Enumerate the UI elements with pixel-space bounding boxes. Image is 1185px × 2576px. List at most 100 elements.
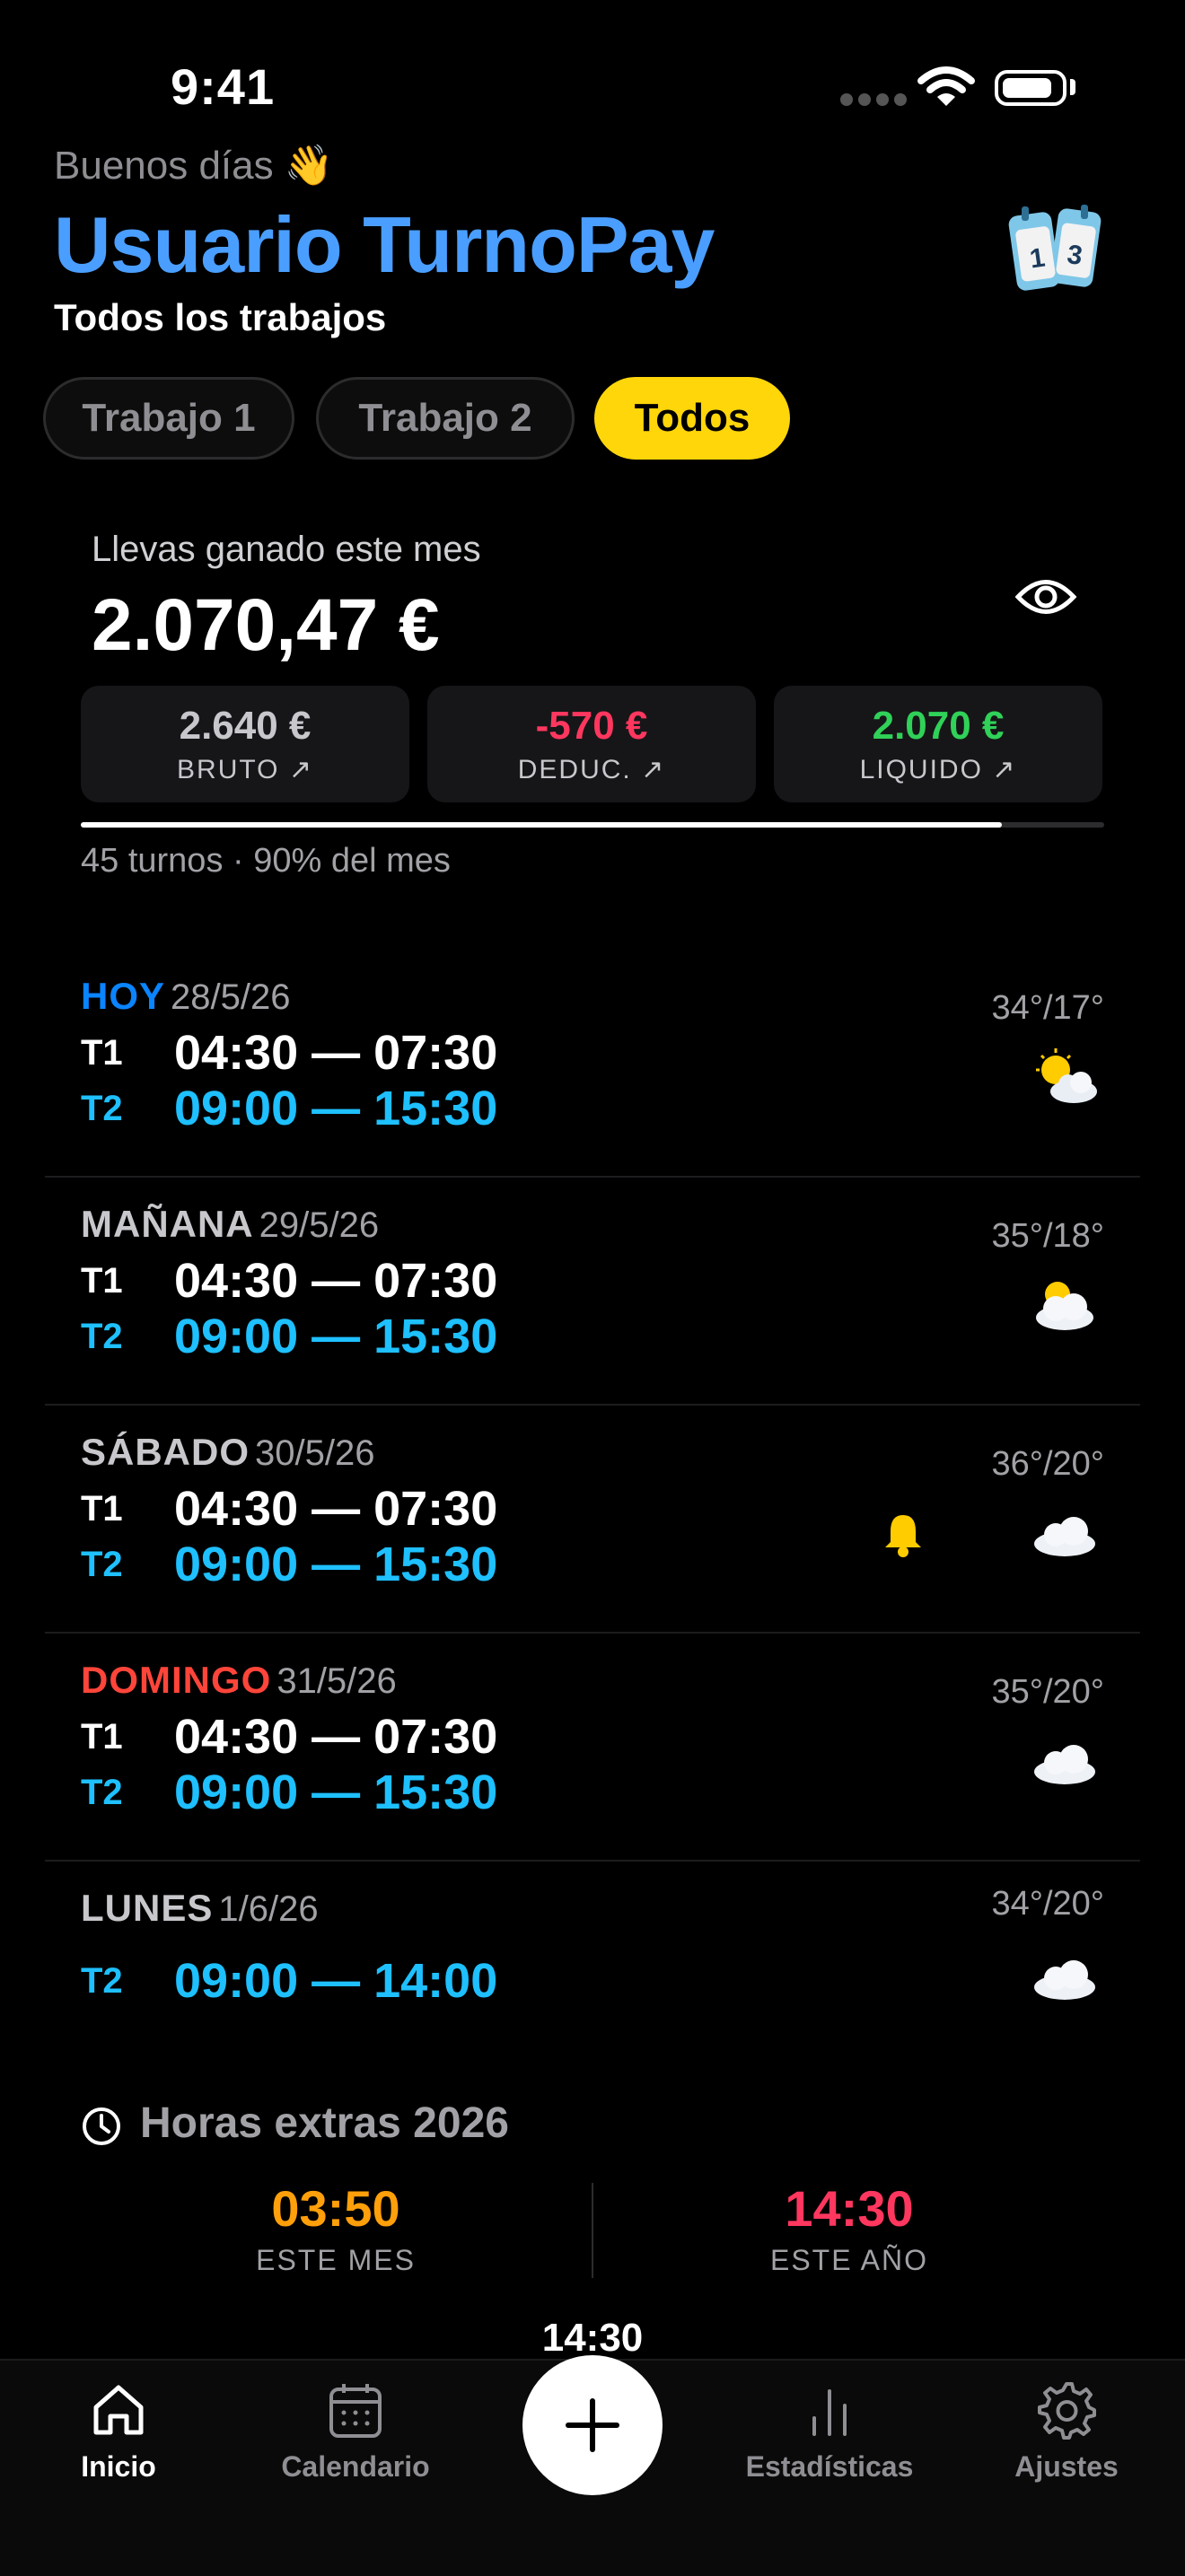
shift-time: 09:00 — 15:30 <box>174 1538 498 1591</box>
shift-time: 04:30 — 07:30 <box>174 1710 498 1764</box>
tab-job-2[interactable]: Trabajo 2 <box>316 377 575 460</box>
shift-id: T2 <box>81 1544 123 1584</box>
shift-id: T2 <box>81 1960 123 2001</box>
earned-amount: 2.070,47 € <box>92 584 440 666</box>
day-date: 28/5/26 <box>171 977 291 1017</box>
nav-home[interactable]: Inicio <box>29 2379 208 2484</box>
tab-all[interactable]: Todos <box>594 377 790 460</box>
jobs-subtitle: Todos los trabajos <box>54 296 387 338</box>
day-date: 31/5/26 <box>276 1661 397 1701</box>
shift-time: 04:30 — 07:30 <box>174 1254 498 1308</box>
shift-entry[interactable]: T2 09:00 — 15:30 <box>81 1081 497 1136</box>
clock-icon <box>83 2107 120 2145</box>
battery-icon <box>995 70 1066 106</box>
cloud-icon <box>1034 1960 1095 2000</box>
overtime-year-label: ESTE AÑO <box>769 2244 929 2276</box>
timer-label: 14:30 <box>541 2316 644 2360</box>
shift-time: 09:00 — 15:30 <box>174 1082 498 1135</box>
nav-settings[interactable]: Ajustes <box>977 2379 1156 2484</box>
battery-nub <box>1070 79 1075 95</box>
plus-icon <box>566 2398 619 2452</box>
overtime-title: Horas extras 2026 <box>140 2099 509 2147</box>
shift-time: 09:00 — 15:30 <box>174 1310 498 1363</box>
cloud-icon <box>1034 1517 1095 1556</box>
deductions-card[interactable]: -570 € DEDUC. ↗ <box>427 686 756 802</box>
nav-settings-label: Ajustes <box>1014 2450 1119 2483</box>
shift-time: 04:30 — 07:30 <box>174 1482 498 1536</box>
shift-id: T2 <box>81 1088 123 1128</box>
day-name: MAÑANA <box>81 1203 254 1245</box>
day-row[interactable]: MAÑANA 29/5/26 T1 04:30 — 07:30 T2 09:00 — 15… <box>45 1176 1140 1406</box>
temperature-range: 34°/17° <box>991 989 1105 1027</box>
user-name: Usuario TurnoPay <box>54 200 715 289</box>
earned-label: Llevas ganado este mes <box>92 530 481 569</box>
shift-entry[interactable]: T1 04:30 — 07:30 <box>81 1025 497 1081</box>
home-icon <box>93 2385 144 2435</box>
status-time: 9:41 <box>171 58 276 115</box>
day-date: 1/6/26 <box>218 1889 319 1929</box>
net-card[interactable]: 2.070 € LIQUIDO ↗ <box>774 686 1102 802</box>
day-row[interactable]: HOY 28/5/26 T1 04:30 — 07:30 T2 09:00 — 15:30… <box>45 948 1140 1178</box>
day-heading: DOMINGO 31/5/26 <box>81 1659 397 1702</box>
shift-entry[interactable]: T2 09:00 — 15:30 <box>81 1537 497 1592</box>
month-progress-fill <box>81 822 1002 828</box>
overtime-month-label: ESTE MES <box>256 2244 416 2276</box>
temperature-range: 36°/20° <box>991 1445 1105 1483</box>
shift-time: 04:30 — 07:30 <box>174 1026 498 1080</box>
overtime-divider <box>592 2183 593 2278</box>
shift-entry[interactable]: T2 09:00 — 14:00 <box>81 1953 497 2009</box>
shift-id: T2 <box>81 1316 123 1356</box>
day-name: LUNES <box>81 1887 214 1929</box>
sun-cloud-icon <box>1036 1048 1097 1103</box>
net-value: 2.070 € <box>872 703 1005 748</box>
shift-id: T1 <box>81 1032 123 1073</box>
temperature-range: 34°/20° <box>991 1885 1105 1923</box>
deductions-value: -570 € <box>535 703 648 748</box>
sun-behind-cloud-icon <box>1036 1282 1093 1330</box>
gross-value: 2.640 € <box>179 703 312 748</box>
nav-calendar[interactable]: Calendario <box>266 2379 445 2484</box>
temperature-range: 35°/18° <box>991 1217 1105 1255</box>
gear-icon <box>1038 2382 1096 2440</box>
day-row[interactable]: SÁBADO 30/5/26 T1 04:30 — 07:30 T2 09:00 — 15… <box>45 1404 1140 1634</box>
wifi-icon <box>917 66 975 106</box>
day-heading: SÁBADO 30/5/26 <box>81 1431 374 1474</box>
shift-entry[interactable]: T2 09:00 — 15:30 <box>81 1765 497 1820</box>
net-label: LIQUIDO ↗ <box>859 754 1017 784</box>
day-date: 29/5/26 <box>259 1205 380 1245</box>
day-name: DOMINGO <box>81 1659 272 1701</box>
shift-entry[interactable]: T1 04:30 — 07:30 <box>81 1709 497 1765</box>
cloud-icon <box>1034 1745 1095 1784</box>
nav-home-label: Inicio <box>81 2450 156 2483</box>
overtime-year-value: 14:30 <box>785 2180 914 2237</box>
shift-id: T1 <box>81 1488 123 1529</box>
bell-icon[interactable] <box>882 1511 925 1558</box>
day-name: SÁBADO <box>81 1431 250 1473</box>
calendar-icon <box>329 2384 382 2438</box>
day-name: HOY <box>81 975 166 1017</box>
shift-time: 09:00 — 15:30 <box>174 1766 498 1819</box>
day-date: 30/5/26 <box>255 1433 375 1473</box>
tab-job-1[interactable]: Trabajo 1 <box>43 377 294 460</box>
day-row[interactable]: DOMINGO 31/5/26 T1 04:30 — 07:30 T2 09:00 — 1… <box>45 1632 1140 1862</box>
nav-calendar-label: Calendario <box>281 2450 430 2483</box>
day-heading: MAÑANA 29/5/26 <box>81 1203 379 1246</box>
shift-id: T1 <box>81 1716 123 1757</box>
add-shift-button[interactable] <box>522 2355 663 2495</box>
gross-card[interactable]: 2.640 € BRUTO ↗ <box>81 686 409 802</box>
shift-entry[interactable]: T1 04:30 — 07:30 <box>81 1481 497 1537</box>
deductions-label: DEDUC. ↗ <box>517 754 666 784</box>
day-heading: HOY 28/5/26 <box>81 975 290 1018</box>
gross-label: BRUTO ↗ <box>177 754 313 784</box>
day-heading: LUNES 1/6/26 <box>81 1887 319 1930</box>
nav-stats[interactable]: Estadísticas <box>740 2379 919 2484</box>
day-row[interactable]: LUNES 1/6/26 T2 09:00 — 14:00 34°/20° <box>45 1860 1140 2088</box>
greeting-text: Buenos días 👋 <box>54 144 334 188</box>
calendar-app-icon[interactable]: 1 3 <box>1005 197 1104 296</box>
shift-entry[interactable]: T1 04:30 — 07:30 <box>81 1253 497 1309</box>
shift-id: T1 <box>81 1260 123 1301</box>
shift-id: T2 <box>81 1772 123 1812</box>
shift-entry[interactable]: T2 09:00 — 15:30 <box>81 1309 497 1364</box>
eye-icon[interactable] <box>1014 573 1077 621</box>
shift-time: 09:00 — 14:00 <box>174 1954 498 2008</box>
